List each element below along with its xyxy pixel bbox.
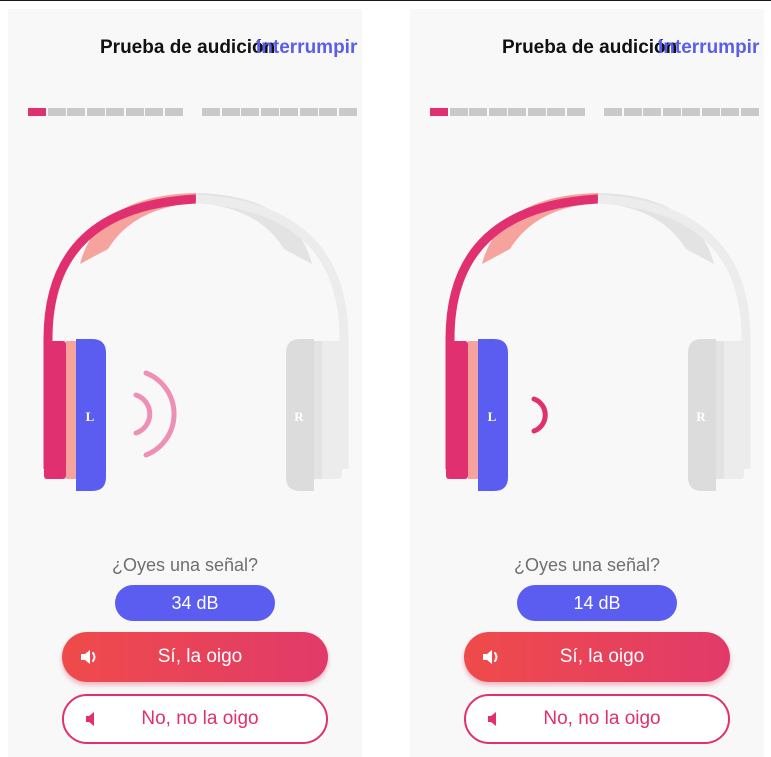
progress-segment (488, 108, 507, 116)
progress-segment (28, 108, 46, 116)
headphone-illustration: L R (445, 193, 751, 491)
no-button-label: No, no la oigo (141, 708, 259, 729)
progress-segment (86, 108, 105, 116)
progress-segment (125, 108, 144, 116)
hearing-test-screen-1: Prueba de audición Interrumpir L R ¿Oyes… (8, 9, 362, 757)
progress-segment (430, 108, 448, 116)
progress-segment (662, 108, 681, 116)
progress-segment (508, 108, 526, 116)
progress-segment (280, 108, 298, 116)
interrupt-button[interactable]: Interrumpir (658, 37, 759, 59)
progress-segment (202, 108, 220, 116)
progress-segment (164, 108, 183, 116)
progress-segment (338, 108, 357, 116)
progress-segment (527, 108, 546, 116)
progress-segment (721, 108, 739, 116)
yes-button-label: Sí, la oigo (559, 646, 645, 667)
progress-segment (67, 108, 85, 116)
no-hear-button[interactable]: No, no la oigo (464, 694, 730, 744)
hearing-test-screen-2: Prueba de audición Interrumpir L R ¿Oyes… (410, 9, 764, 757)
question-text: ¿Oyes una señal? (111, 555, 259, 575)
level-badge: 34 dB (115, 585, 275, 621)
progress-segment (701, 108, 720, 116)
sound-waves (531, 396, 548, 434)
progress-segment (47, 108, 66, 116)
page-title: Prueba de audición (100, 37, 276, 58)
progress-segment (319, 108, 337, 116)
right-cup-label: R (294, 409, 304, 424)
question-text: ¿Oyes una señal? (513, 555, 661, 575)
progress-segment (682, 108, 700, 116)
progress-segment (740, 108, 759, 116)
progress-segment (241, 108, 259, 116)
level-badge: 14 dB (517, 585, 677, 621)
yes-button-label: Sí, la oigo (157, 646, 243, 667)
progress-segment (106, 108, 124, 116)
right-cup-label: R (696, 409, 706, 424)
no-button-label: No, no la oigo (543, 708, 661, 729)
progress-segment (145, 108, 163, 116)
progress-segment (299, 108, 318, 116)
progress-segment (547, 108, 565, 116)
progress-segment (623, 108, 642, 116)
page-title: Prueba de audición (502, 37, 678, 58)
headphone-illustration: L R (43, 193, 349, 491)
yes-hear-button[interactable]: Sí, la oigo (62, 632, 328, 682)
progress-segment (221, 108, 240, 116)
progress-bar (28, 108, 362, 116)
yes-hear-button[interactable]: Sí, la oigo (464, 632, 730, 682)
progress-bar (430, 108, 764, 116)
progress-segment (469, 108, 487, 116)
left-ear-cup (44, 339, 106, 491)
left-cup-label: L (86, 409, 95, 424)
progress-segment (449, 108, 468, 116)
progress-segment (566, 108, 585, 116)
interrupt-button[interactable]: Interrumpir (256, 37, 357, 59)
top-border (0, 0, 771, 1)
no-hear-button[interactable]: No, no la oigo (62, 694, 328, 744)
left-ear-cup (446, 339, 508, 491)
sound-waves (133, 370, 177, 458)
left-cup-label: L (488, 409, 497, 424)
progress-segment (604, 108, 622, 116)
progress-segment (643, 108, 661, 116)
progress-segment (260, 108, 279, 116)
